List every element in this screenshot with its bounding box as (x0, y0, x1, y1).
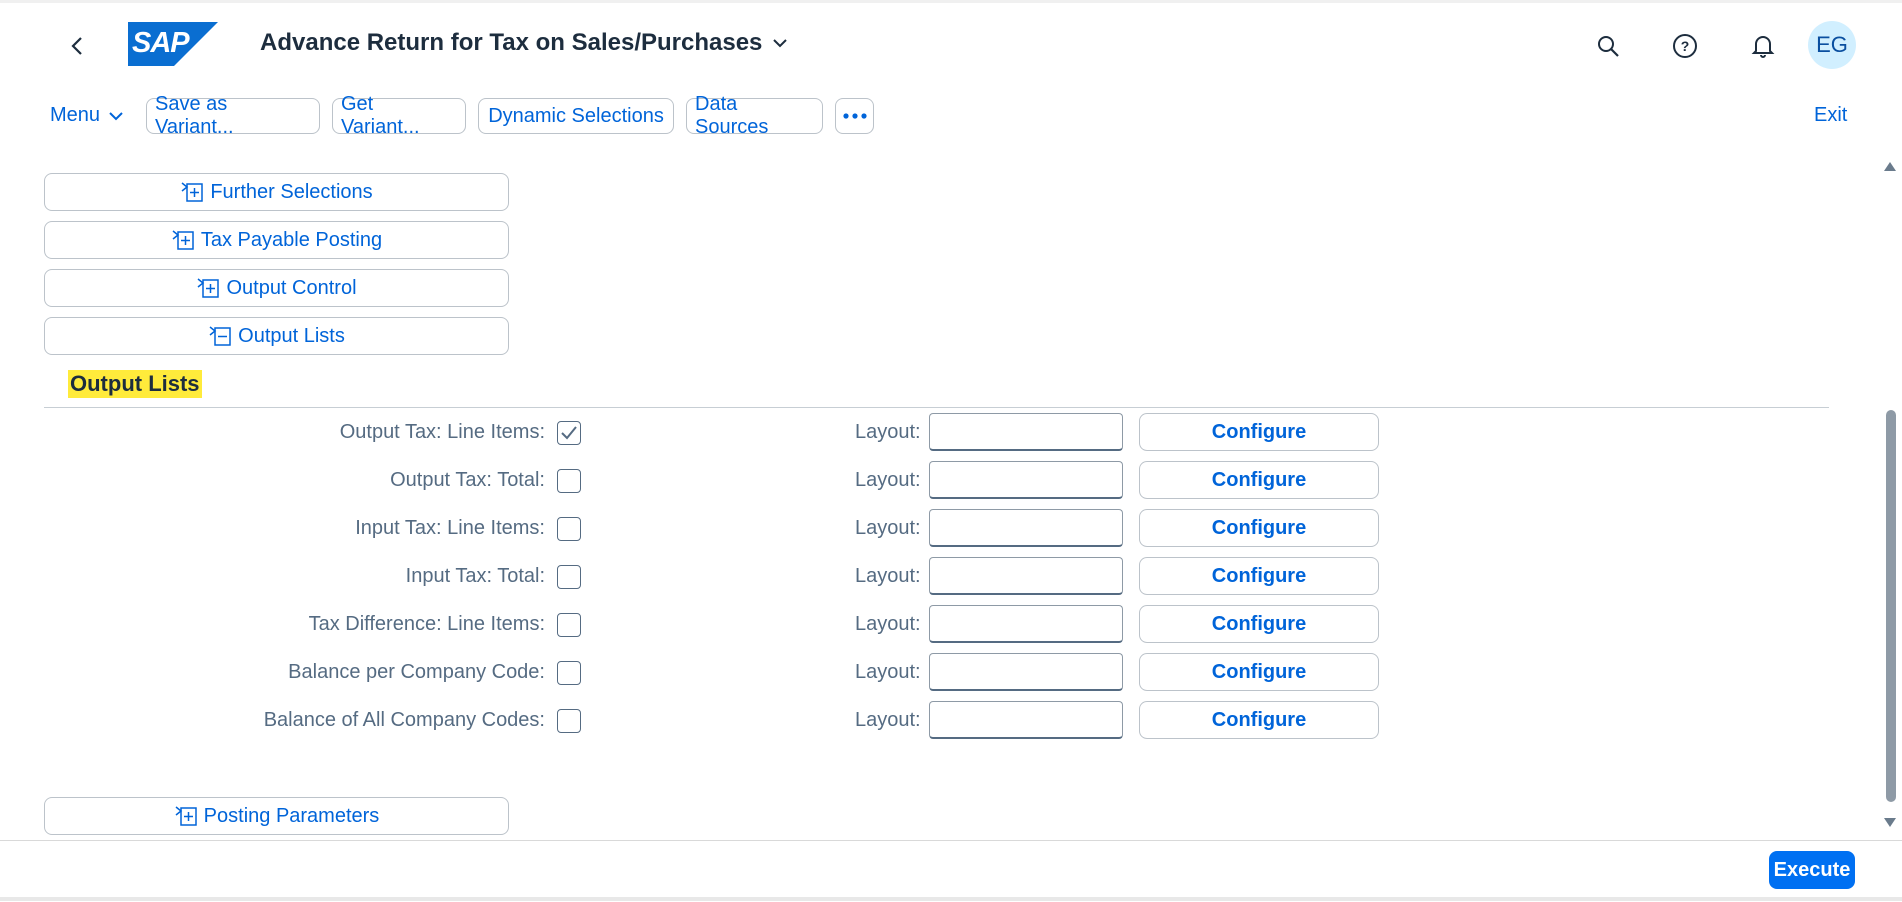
bell-icon (1751, 36, 1775, 58)
layout-label: Layout: (855, 517, 921, 539)
search-button[interactable] (1591, 29, 1625, 63)
output-list-label: Input Tax: Line Items: (355, 517, 545, 539)
back-button[interactable] (62, 31, 92, 61)
output-list-label: Input Tax: Total: (405, 565, 545, 587)
bottom-edge (0, 897, 1902, 901)
expand-icon (172, 230, 194, 250)
notifications-button[interactable] (1746, 29, 1780, 63)
output-list-label: Balance of All Company Codes: (263, 709, 545, 731)
layout-label: Layout: (855, 421, 921, 443)
tax-payable-posting-button[interactable]: Tax Payable Posting (44, 221, 509, 259)
execute-button[interactable]: Execute (1769, 851, 1855, 889)
group-title: Output Lists (68, 370, 202, 398)
layout-input[interactable] (929, 509, 1123, 547)
further-selections-button[interactable]: Further Selections (44, 173, 509, 211)
expand-icon (175, 806, 197, 826)
configure-button[interactable]: Configure (1139, 701, 1379, 739)
shell-header: SAP Advance Return for Tax on Sales/Purc… (0, 0, 1902, 82)
get-variant-button[interactable]: Get Variant... (332, 93, 466, 138)
scroll-down-arrow-icon[interactable] (1883, 815, 1897, 829)
checkmark-icon (561, 426, 577, 440)
layout-label: Layout: (855, 565, 921, 587)
chevron-down-icon (773, 39, 788, 48)
expand-icon (181, 182, 204, 202)
configure-button[interactable]: Configure (1139, 557, 1379, 595)
configure-button[interactable]: Configure (1139, 509, 1379, 547)
output-lists-label: Output Lists (238, 324, 345, 347)
further-selections-label: Further Selections (210, 180, 373, 203)
sap-logo[interactable]: SAP (128, 22, 218, 66)
exit-button[interactable]: Exit (1814, 104, 1847, 127)
posting-parameters-button[interactable]: Posting Parameters (44, 797, 509, 835)
menu-button[interactable]: Menu (50, 104, 124, 127)
collapse-icon (209, 326, 231, 346)
scroll-up-arrow-icon[interactable] (1883, 160, 1897, 174)
app-title[interactable]: Advance Return for Tax on Sales/Purchase… (260, 29, 788, 57)
output-control-label: Output Control (226, 276, 357, 299)
output-lists-button[interactable]: Output Lists (44, 317, 509, 355)
layout-input[interactable] (929, 461, 1123, 499)
output-list-label: Output Tax: Line Items: (339, 421, 545, 443)
footer-bar: Execute (0, 840, 1902, 902)
chevron-left-icon (71, 37, 82, 55)
layout-label: Layout: (855, 469, 921, 491)
layout-input[interactable] (929, 701, 1123, 739)
layout-input[interactable] (929, 653, 1123, 691)
menu-label: Menu (50, 104, 101, 126)
tax-payable-posting-label: Tax Payable Posting (200, 228, 383, 251)
output-list-checkbox[interactable] (557, 469, 581, 493)
divider (44, 407, 1829, 408)
toolbar: Menu Save as Variant... Get Variant... D… (0, 93, 1902, 138)
scrollbar-thumb[interactable] (1886, 410, 1896, 802)
output-list-checkbox[interactable] (557, 613, 581, 637)
logo-text: SAP (132, 27, 190, 59)
more-icon (842, 113, 867, 119)
output-list-checkbox[interactable] (557, 421, 581, 445)
layout-input[interactable] (929, 605, 1123, 643)
avatar[interactable]: EG (1808, 21, 1856, 69)
output-control-button[interactable]: Output Control (44, 269, 509, 307)
configure-button[interactable]: Configure (1139, 605, 1379, 643)
save-as-variant-button[interactable]: Save as Variant... (146, 93, 320, 138)
svg-text:?: ? (1681, 38, 1690, 54)
output-list-checkbox[interactable] (557, 661, 581, 685)
output-list-label: Balance per Company Code: (288, 661, 545, 683)
data-sources-button[interactable]: Data Sources (686, 93, 823, 138)
output-list-checkbox[interactable] (557, 517, 581, 541)
help-button[interactable]: ? (1668, 29, 1702, 63)
configure-button[interactable]: Configure (1139, 461, 1379, 499)
search-icon (1598, 36, 1619, 57)
app-title-text: Advance Return for Tax on Sales/Purchase… (260, 29, 763, 56)
chevron-down-icon (109, 111, 123, 120)
output-list-label: Output Tax: Total: (390, 469, 545, 491)
layout-label: Layout: (855, 709, 921, 731)
output-list-label: Tax Difference: Line Items: (308, 613, 545, 635)
expand-icon (197, 278, 220, 298)
output-list-checkbox[interactable] (557, 565, 581, 589)
layout-label: Layout: (855, 661, 921, 683)
help-icon: ? (1673, 34, 1697, 58)
layout-input[interactable] (929, 557, 1123, 595)
layout-label: Layout: (855, 613, 921, 635)
output-list-checkbox[interactable] (557, 709, 581, 733)
layout-input[interactable] (929, 413, 1123, 451)
configure-button[interactable]: Configure (1139, 653, 1379, 691)
dynamic-selections-button[interactable]: Dynamic Selections (478, 98, 674, 134)
configure-button[interactable]: Configure (1139, 413, 1379, 451)
more-button[interactable] (835, 98, 874, 134)
posting-parameters-label: Posting Parameters (203, 804, 380, 827)
